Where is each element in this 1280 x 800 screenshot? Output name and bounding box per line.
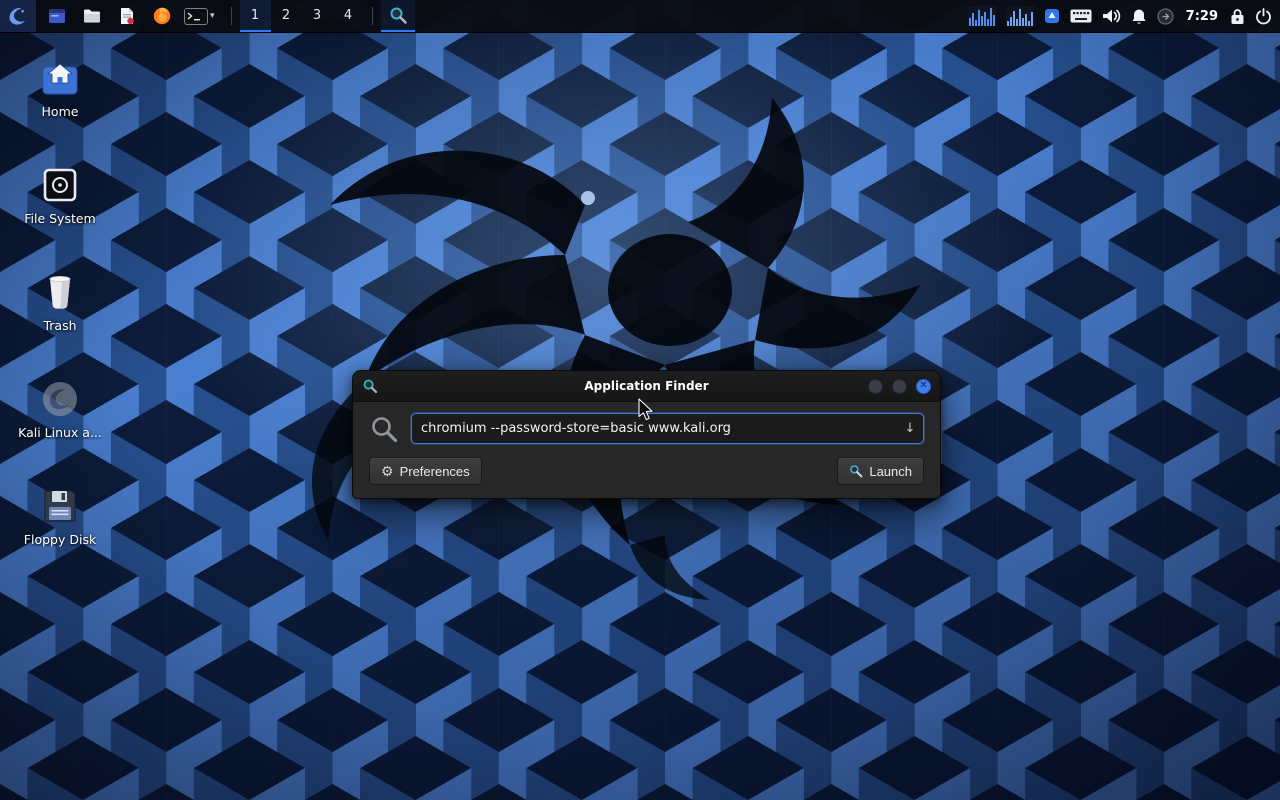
workspace-1-label: 1 — [251, 8, 259, 23]
desktop-icon-label: File System — [24, 211, 96, 226]
taskbar-application-finder[interactable] — [381, 0, 415, 32]
history-dropdown-button[interactable]: ↓ — [898, 415, 922, 442]
workspace-1[interactable]: 1 — [240, 0, 271, 32]
application-finder-task-icon — [388, 5, 408, 25]
volume-icon — [1102, 8, 1121, 24]
application-finder-window: Application Finder ✕ ↓ ⚙ Preferences — [352, 370, 941, 499]
launch-icon — [849, 464, 863, 478]
close-button[interactable]: ✕ — [916, 379, 931, 394]
terminal-icon — [184, 8, 208, 25]
desktop-icon-file-system[interactable]: File System — [10, 163, 110, 226]
applications-menu-button[interactable] — [0, 0, 36, 32]
home-icon — [39, 56, 81, 100]
close-icon: ✕ — [919, 381, 927, 391]
maximize-button[interactable] — [892, 379, 907, 394]
workspace-2-label: 2 — [282, 8, 290, 23]
kali-linux-icon — [40, 377, 80, 421]
status-circle-icon — [1157, 8, 1174, 25]
preferences-button[interactable]: ⚙ Preferences — [369, 457, 482, 485]
cpu-graph-icon — [968, 6, 996, 26]
workspace-2[interactable]: 2 — [271, 0, 302, 32]
firefox-icon — [152, 6, 172, 26]
network-graph-icon — [1006, 6, 1034, 26]
minimize-button[interactable] — [868, 379, 883, 394]
desktop-icon-kali-linux[interactable]: Kali Linux a... — [10, 377, 110, 440]
bell-icon — [1131, 8, 1147, 25]
panel-separator — [231, 7, 232, 25]
top-panel: ▾ 1 2 3 4 — [0, 0, 1280, 33]
launcher-firefox[interactable] — [149, 3, 175, 29]
desktop-icon-label: Floppy Disk — [24, 532, 96, 547]
desktop-icon-label: Home — [42, 104, 79, 119]
terminal-dropdown-caret-icon[interactable]: ▾ — [210, 12, 215, 21]
network-graph[interactable] — [1006, 0, 1034, 32]
file-manager-icon — [82, 6, 102, 26]
file-system-icon — [40, 163, 80, 207]
panel-separator — [372, 7, 373, 25]
workspace-3[interactable]: 3 — [302, 0, 333, 32]
desktop-icon-floppy-disk[interactable]: Floppy Disk — [10, 484, 110, 547]
launcher-text-editor[interactable] — [114, 3, 140, 29]
lock-icon — [1230, 8, 1245, 25]
launch-button[interactable]: Launch — [837, 457, 924, 485]
workspace-switcher: 1 2 3 4 — [240, 0, 364, 32]
desktop-icon-home[interactable]: Home — [10, 56, 110, 119]
workspace-4[interactable]: 4 — [333, 0, 364, 32]
chevron-down-icon: ↓ — [905, 421, 916, 436]
desktop-icon-label: Trash — [43, 318, 76, 333]
kali-menu-icon — [6, 4, 30, 28]
preferences-button-label: Preferences — [400, 464, 470, 479]
text-editor-icon — [117, 6, 137, 26]
session-logout[interactable] — [1255, 0, 1272, 32]
launch-button-label: Launch — [869, 464, 912, 479]
tray-indicator[interactable] — [1044, 0, 1060, 32]
launcher-file-manager[interactable] — [79, 3, 105, 29]
clock[interactable]: 7:29 — [1184, 0, 1220, 32]
volume-control[interactable] — [1102, 0, 1121, 32]
gear-icon: ⚙ — [381, 464, 394, 478]
workspace-3-label: 3 — [313, 8, 321, 23]
desktop-icon-label: Kali Linux a... — [18, 425, 102, 440]
launcher-window-app[interactable] — [44, 3, 70, 29]
window-app-icon — [47, 6, 67, 26]
notifications[interactable] — [1131, 0, 1147, 32]
trash-icon — [40, 270, 80, 314]
keyboard-indicator[interactable] — [1070, 0, 1092, 32]
workspace-4-label: 4 — [344, 8, 352, 23]
tray-indicator-icon — [1044, 8, 1060, 24]
window-title: Application Finder — [353, 379, 940, 393]
search-icon — [369, 414, 399, 444]
window-app-finder-icon — [362, 378, 378, 394]
desktop-icon-trash[interactable]: Trash — [10, 270, 110, 333]
cpu-graph[interactable] — [968, 0, 996, 32]
status-indicator[interactable] — [1157, 0, 1174, 32]
keyboard-icon — [1070, 9, 1092, 23]
power-icon — [1255, 8, 1272, 25]
titlebar[interactable]: Application Finder ✕ — [353, 371, 940, 402]
floppy-disk-icon — [40, 484, 80, 528]
screen-lock[interactable] — [1230, 0, 1245, 32]
launcher-terminal-group[interactable]: ▾ — [184, 8, 215, 25]
search-input[interactable] — [411, 413, 924, 444]
